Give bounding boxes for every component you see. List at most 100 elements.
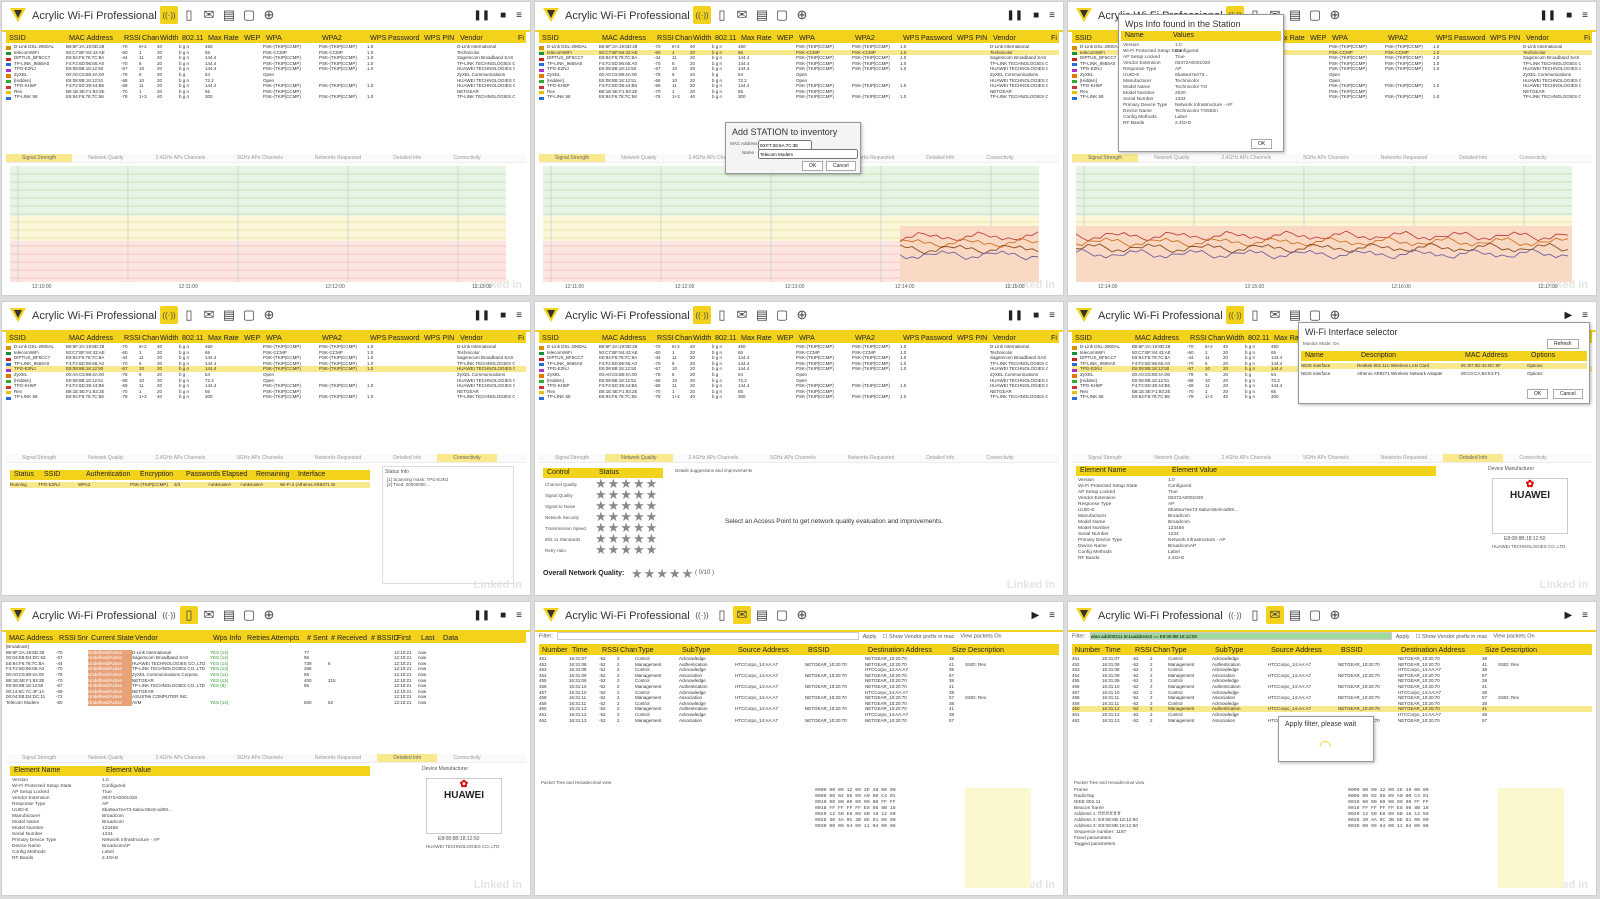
menu-icon[interactable]: ≡ — [1049, 10, 1055, 21]
mail-icon[interactable]: ✉ — [733, 6, 751, 24]
tab-network-quality[interactable]: Network Quality — [72, 454, 139, 462]
column-header[interactable]: Vendor — [132, 632, 210, 642]
tab-connectivity[interactable]: Connectivity — [1503, 454, 1562, 462]
column-header[interactable]: RSSI — [121, 332, 141, 342]
column-header[interactable]: SSID — [40, 470, 82, 479]
column-header[interactable]: Type — [1168, 644, 1212, 654]
column-header[interactable]: # BSSID — [368, 632, 399, 642]
tab-detailed-info[interactable]: Detailed Info — [1443, 154, 1503, 162]
globe-icon[interactable]: ⊕ — [260, 306, 278, 324]
tab-connectivity[interactable]: Connectivity — [437, 454, 497, 462]
tab-network-quality[interactable]: Network Quality — [1138, 154, 1205, 162]
document-icon[interactable]: ▤ — [220, 6, 238, 24]
stop-button[interactable]: ■ — [500, 10, 506, 21]
column-header[interactable]: Chan — [139, 332, 159, 342]
stop-button[interactable]: ■ — [1033, 310, 1039, 321]
mail-icon[interactable]: ✉ — [1266, 306, 1284, 324]
name-input[interactable] — [758, 149, 858, 159]
apply-button[interactable]: Apply — [863, 634, 877, 640]
pause-button[interactable]: ❚❚ — [1006, 310, 1023, 321]
column-header[interactable]: Attempts — [268, 632, 304, 642]
column-header[interactable]: Interface — [294, 470, 356, 479]
column-header[interactable]: WPS — [1433, 32, 1452, 42]
tab-networks-requested[interactable]: Networks Requested — [299, 454, 377, 462]
column-header[interactable]: Vendor — [990, 32, 1048, 42]
tab-signal-strength[interactable]: Signal Strength — [1072, 454, 1138, 462]
wifi-icon[interactable]: ((·)) — [693, 606, 711, 624]
interface-row[interactable]: NDIS interface Realtek 802.11n Wireless L… — [1301, 363, 1587, 369]
menu-icon[interactable]: ≡ — [1049, 310, 1055, 321]
column-header[interactable]: WEP — [241, 32, 263, 42]
tab-network-quality[interactable]: Network Quality — [605, 454, 673, 462]
tab-network-quality[interactable]: Network Quality — [605, 154, 672, 162]
column-header[interactable]: RSSI — [599, 644, 619, 654]
menu-icon[interactable]: ≡ — [516, 310, 522, 321]
column-header[interactable]: Password — [385, 32, 421, 42]
page-icon[interactable]: ▢ — [240, 306, 258, 324]
column-header[interactable]: SubType — [1212, 644, 1268, 654]
tree-node[interactable]: Tagged parameters — [1074, 842, 1138, 848]
column-header[interactable]: Current State — [88, 632, 134, 642]
column-header[interactable]: Fi — [515, 32, 525, 42]
tab-5ghz-aps-channels[interactable]: 5GHz APs Channels — [221, 754, 299, 762]
wifi-icon[interactable]: ((·)) — [160, 306, 178, 324]
column-header[interactable]: Fi — [515, 332, 525, 342]
column-header[interactable]: RSSI — [1132, 644, 1152, 654]
column-header[interactable]: Status — [10, 470, 40, 479]
column-header[interactable]: WEP — [774, 32, 796, 42]
mail-icon[interactable]: ✉ — [200, 306, 218, 324]
mobile-icon[interactable]: ▯ — [1246, 606, 1264, 624]
menu-icon[interactable]: ≡ — [1049, 610, 1055, 621]
tab-signal-strength[interactable]: Signal Strength — [6, 754, 72, 762]
tab-5ghz-aps-channels[interactable]: 5GHz APs Channels — [1287, 454, 1365, 462]
tab-connectivity[interactable]: Connectivity — [437, 754, 496, 762]
column-header[interactable]: Authentication — [82, 470, 136, 479]
column-header[interactable]: Width — [690, 32, 712, 42]
table-row[interactable]: TP-LINK 58 E8:94:F6:78:7C:58 -78 1+3 40 b g n… — [539, 394, 1059, 400]
column-header[interactable]: RSSI — [121, 32, 141, 42]
interface-row[interactable]: NDIS interface Atheros AR9271 Wireless Ne… — [1301, 371, 1587, 377]
column-header[interactable]: Name — [1301, 351, 1357, 360]
globe-icon[interactable]: ⊕ — [1326, 606, 1344, 624]
column-header[interactable]: Width — [690, 332, 712, 342]
filter-input[interactable] — [556, 632, 859, 640]
page-icon[interactable]: ▢ — [240, 6, 258, 24]
column-header[interactable]: Data — [440, 632, 458, 642]
column-header[interactable]: MAC Address — [66, 332, 121, 342]
column-header[interactable]: WPS PIN — [421, 332, 457, 342]
column-header[interactable]: Width — [157, 332, 179, 342]
column-header[interactable]: Size — [949, 644, 966, 654]
mail-icon[interactable]: ✉ — [733, 306, 751, 324]
column-header[interactable]: Remaining — [252, 470, 294, 479]
column-header[interactable]: 802.11 — [712, 332, 738, 342]
tab-network-quality[interactable]: Network Quality — [72, 154, 139, 162]
column-header[interactable]: WPS PIN — [1487, 32, 1523, 42]
column-header[interactable]: Vendor — [457, 332, 515, 342]
column-header[interactable]: Number — [1072, 644, 1102, 654]
column-header[interactable]: WPA2 — [319, 332, 367, 342]
tab-detailed-info[interactable]: Detailed Info — [377, 454, 437, 462]
globe-icon[interactable]: ⊕ — [260, 6, 278, 24]
column-header[interactable]: WPS — [900, 32, 919, 42]
connectivity-row[interactable]: Running TPG-E2NJ WPA2 PSK-(TKIP|CCMP) 3/3 <un… — [10, 482, 370, 488]
column-header[interactable]: Vendor — [990, 332, 1048, 342]
pause-button[interactable]: ❚❚ — [473, 10, 490, 21]
column-header[interactable]: Time — [1102, 644, 1132, 654]
column-header[interactable]: Elapsed — [218, 470, 252, 479]
menu-icon[interactable]: ≡ — [1582, 10, 1588, 21]
column-header[interactable]: WPS — [367, 32, 386, 42]
column-header[interactable]: Destination Address — [865, 644, 949, 654]
tab-connectivity[interactable]: Connectivity — [970, 154, 1029, 162]
tab-network-quality[interactable]: Network Quality — [72, 754, 139, 762]
pause-button[interactable]: ❚❚ — [1539, 10, 1556, 21]
column-header[interactable]: First — [394, 632, 418, 642]
column-header[interactable]: Wps Info — [210, 632, 244, 642]
refresh-button[interactable]: Refresh — [1547, 339, 1579, 349]
column-header[interactable]: WPS PIN — [421, 32, 457, 42]
tab-5ghz-aps-channels[interactable]: 5GHz APs Channels — [221, 154, 299, 162]
column-header[interactable]: SSID — [1072, 332, 1132, 342]
apply-button[interactable]: Apply — [1396, 634, 1410, 640]
column-header[interactable]: Password — [385, 332, 421, 342]
tab-signal-strength[interactable]: Signal Strength — [539, 154, 606, 162]
column-header[interactable]: Chan — [672, 332, 692, 342]
